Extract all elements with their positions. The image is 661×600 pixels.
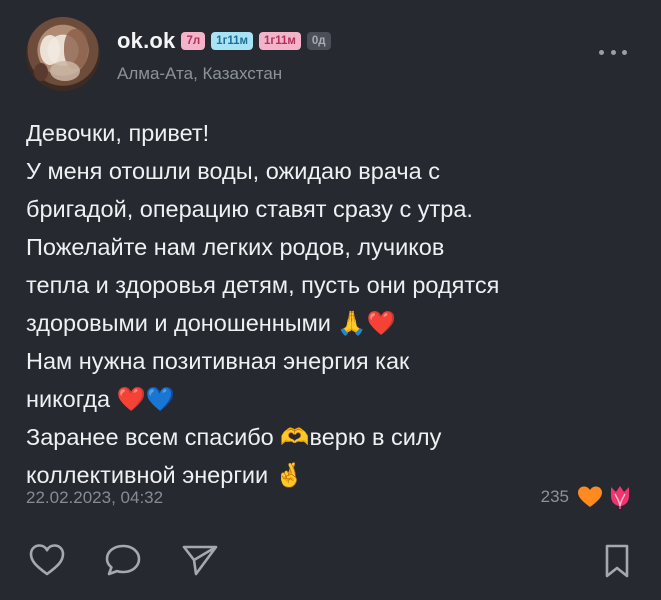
age-badge-1: 7л (181, 32, 206, 50)
post-line: Девочки, привет! (26, 120, 210, 146)
post-line: бригадой, операцию ставят сразу с утра. (26, 196, 473, 222)
post-line: никогда ❤️💙 (26, 386, 176, 412)
bookmark-icon[interactable] (601, 542, 633, 580)
comment-bubble-icon[interactable] (104, 542, 142, 578)
post-date: 22.02.2023, 04:32 (26, 488, 164, 507)
post-line: Пожелайте нам легких родов, лучиков (26, 234, 445, 260)
post-line: Нам нужна позитивная энергия как (26, 348, 410, 374)
post-header: ok.ok 7л 1г11м 1г11м 0д Алма-Ата, Казахс… (26, 17, 641, 97)
reactions[interactable]: 235 (541, 484, 633, 510)
pink-tulip-icon (611, 486, 629, 509)
post-line: Заранее всем спасибо 🫶верю в силу (26, 424, 442, 450)
avatar[interactable] (26, 17, 100, 91)
post-body: Девочки, привет! У меня отошли воды, ожи… (26, 114, 646, 494)
more-horizontal-icon[interactable] (599, 47, 627, 57)
age-badge-4: 0д (306, 32, 331, 50)
age-badge-3: 1г11м (259, 32, 301, 50)
heart-outline-icon[interactable] (28, 542, 66, 578)
post-line: здоровыми и доношенными 🙏❤️ (26, 310, 396, 336)
author-location: Алма-Ата, Казахстан (117, 64, 283, 83)
author-name[interactable]: ok.ok (117, 28, 175, 54)
author-row: ok.ok 7л 1г11м 1г11м 0д (117, 28, 331, 54)
reaction-count: 235 (540, 487, 569, 506)
post-line: тепла и здоровья детям, пусть они родятс… (26, 272, 500, 298)
orange-heart-icon (578, 486, 602, 507)
send-icon[interactable] (180, 542, 220, 578)
age-badge-2: 1г11м (211, 32, 254, 50)
action-bar (26, 540, 633, 582)
post-line: У меня отошли воды, ожидаю врача с (26, 158, 440, 184)
